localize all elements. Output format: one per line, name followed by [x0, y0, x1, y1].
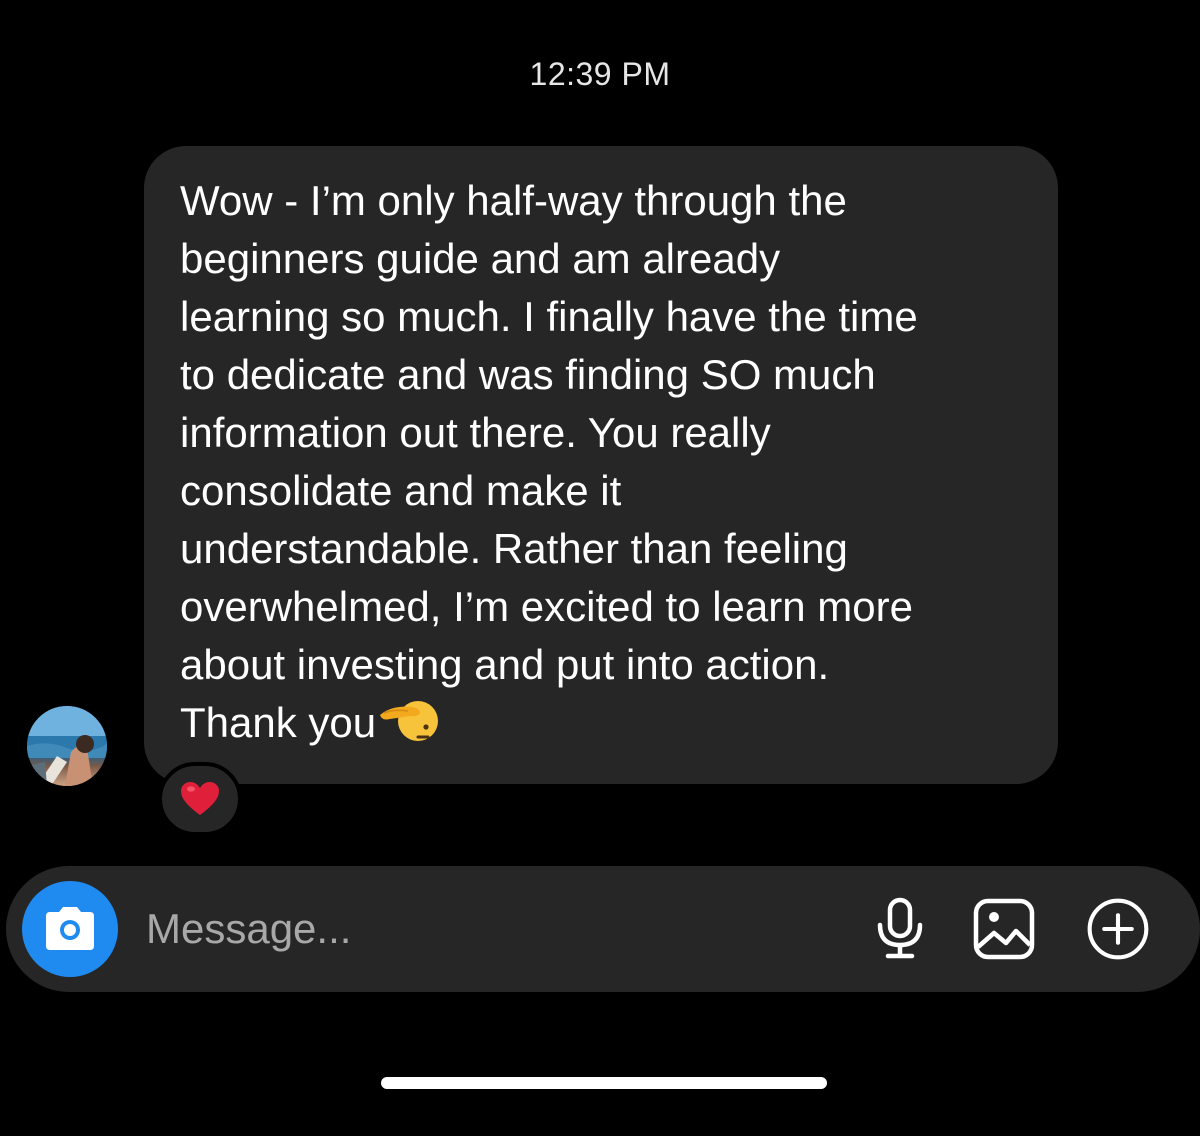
voice-message-button[interactable] [868, 897, 932, 961]
add-circle-icon [1087, 898, 1149, 960]
message-timestamp: 12:39 PM [529, 56, 671, 92]
saluting-face-emoji [378, 697, 439, 758]
more-options-button[interactable] [1086, 897, 1150, 961]
message-body: Wow - I’m only half-way through the begi… [180, 177, 918, 746]
camera-icon [46, 907, 94, 950]
received-message-bubble[interactable]: Wow - I’m only half-way through the begi… [144, 146, 1058, 784]
avatar-photo [27, 706, 107, 786]
camera-button[interactable] [22, 881, 118, 977]
message-composer [6, 866, 1200, 992]
message-text: Wow - I’m only half-way through the begi… [180, 172, 1024, 758]
home-indicator[interactable] [381, 1077, 827, 1089]
microphone-icon [877, 897, 923, 959]
heart-reaction[interactable] [158, 762, 242, 836]
sender-avatar[interactable] [27, 706, 107, 786]
gallery-button[interactable] [972, 897, 1036, 961]
message-input[interactable] [146, 896, 826, 962]
red-heart-emoji [181, 782, 219, 815]
gallery-icon [973, 898, 1035, 960]
